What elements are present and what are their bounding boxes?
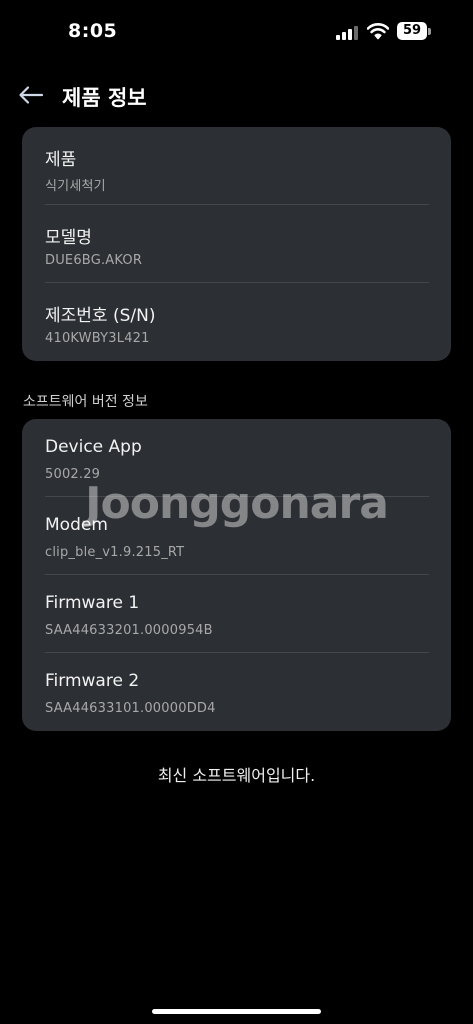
software-row-firmware-1: Firmware 1 SAA44633201.0000954B (22, 575, 451, 653)
product-info-card: 제품 식기세척기 모델명 DUE6BG.AKOR 제조번호 (S/N) 410K… (22, 127, 451, 361)
page-title: 제품 정보 (62, 86, 147, 110)
info-row-value: DUE6BG.AKOR (45, 253, 143, 268)
info-row-serial: 제조번호 (S/N) 410KWBY3L421 (22, 283, 451, 361)
software-section-title: 소프트웨어 버전 정보 (23, 394, 148, 410)
software-row-label: Modem (45, 515, 108, 535)
header: 제품 정보 (0, 78, 473, 118)
wifi-icon (367, 23, 389, 40)
signal-icon (336, 24, 358, 40)
software-row-label: Firmware 2 (45, 671, 140, 691)
software-row-value: SAA44633101.00000DD4 (45, 701, 216, 716)
software-row-value: 5002.29 (45, 467, 101, 482)
software-row-firmware-2: Firmware 2 SAA44633101.00000DD4 (22, 653, 451, 731)
home-indicator[interactable] (152, 1009, 321, 1014)
info-row-model: 모델명 DUE6BG.AKOR (22, 205, 451, 283)
software-row-value: clip_ble_v1.9.215_RT (45, 545, 185, 560)
software-status-message: 최신 소프트웨어입니다. (157, 766, 316, 785)
status-bar: 8:05 59 (0, 0, 473, 64)
info-row-label: 제품 (45, 150, 77, 170)
software-row-value: SAA44633201.0000954B (45, 623, 213, 638)
software-row-modem: Modem clip_ble_v1.9.215_RT (22, 497, 451, 575)
info-row-value: 식기세척기 (45, 179, 106, 194)
software-row-label: Firmware 1 (45, 593, 140, 613)
info-row-label: 모델명 (45, 228, 92, 248)
battery-icon: 59 (397, 22, 427, 40)
battery-cap (428, 28, 431, 35)
software-row-device-app: Device App 5002.29 (22, 419, 451, 497)
status-time: 8:05 (68, 20, 118, 42)
info-row-product: 제품 식기세척기 (22, 127, 451, 205)
arrow-left-icon[interactable] (18, 84, 44, 106)
software-info-card: Device App 5002.29 Modem clip_ble_v1.9.2… (22, 419, 451, 731)
info-row-value: 410KWBY3L421 (45, 331, 150, 346)
software-row-label: Device App (45, 437, 142, 457)
info-row-label: 제조번호 (S/N) (45, 306, 156, 326)
